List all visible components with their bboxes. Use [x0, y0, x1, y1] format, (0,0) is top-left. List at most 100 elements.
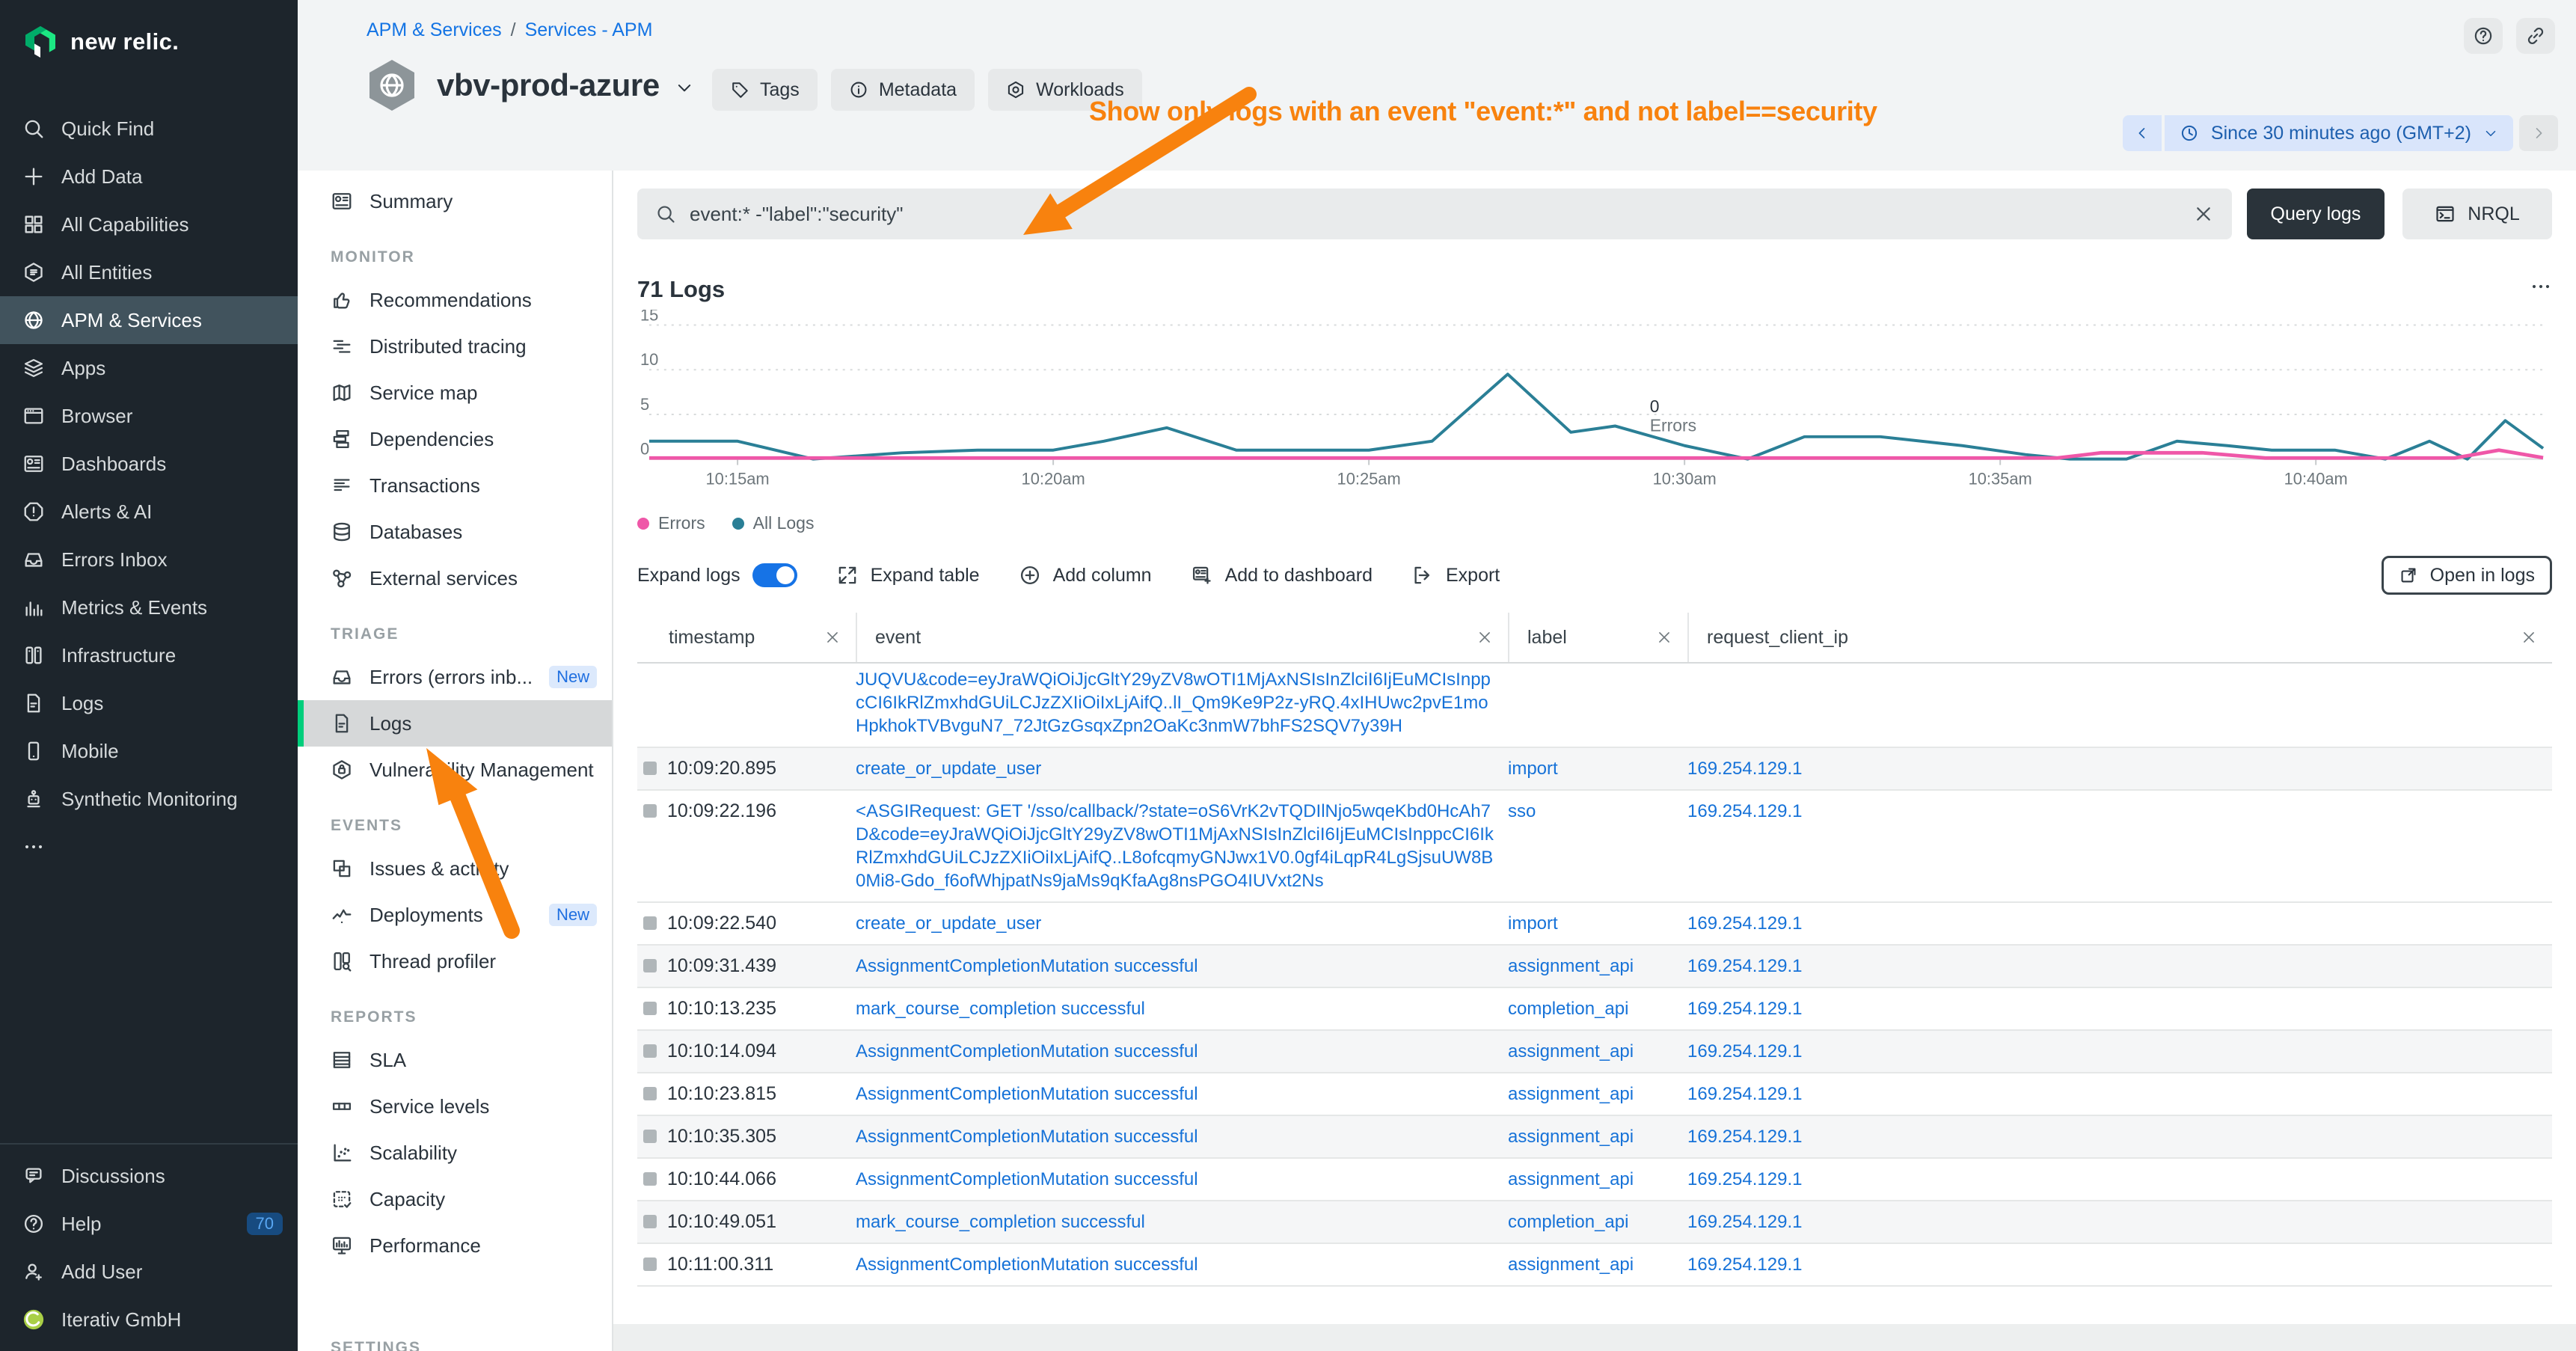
- cell-request-client-ip[interactable]: [1687, 664, 2552, 677]
- cell-request-client-ip[interactable]: 169.254.129.1: [1687, 946, 2552, 987]
- breadcrumb-link-services-apm[interactable]: Services - APM: [525, 19, 653, 41]
- remove-column-icon[interactable]: [824, 629, 841, 646]
- row-select-handle[interactable]: [643, 959, 657, 972]
- cell-event[interactable]: mark_course_completion successful: [856, 1201, 1508, 1243]
- sidebar-item-synthetic-monitoring[interactable]: Synthetic Monitoring: [0, 775, 298, 823]
- entity-nav-item-deployments[interactable]: DeploymentsNew: [298, 892, 612, 938]
- entity-nav-item-thread-profiler[interactable]: Thread profiler: [298, 938, 612, 984]
- sidebar-item-all-capabilities[interactable]: All Capabilities: [0, 200, 298, 248]
- cell-request-client-ip[interactable]: 169.254.129.1: [1687, 1116, 2552, 1157]
- time-back-button[interactable]: [2123, 115, 2162, 151]
- more-menu-button[interactable]: [2530, 275, 2552, 304]
- cell-label[interactable]: assignment_api: [1508, 1159, 1687, 1200]
- title-chevron-down-icon[interactable]: [675, 78, 694, 97]
- row-select-handle[interactable]: [643, 1087, 657, 1100]
- cell-request-client-ip[interactable]: 169.254.129.1: [1687, 988, 2552, 1029]
- entity-nav-item-external-services[interactable]: External services: [298, 555, 612, 601]
- entity-nav-item-service-map[interactable]: Service map: [298, 370, 612, 416]
- table-row[interactable]: 10:09:20.895create_or_update_userimport1…: [637, 748, 2552, 791]
- row-select-handle[interactable]: [643, 916, 657, 930]
- entity-nav-item-issues-activity[interactable]: Issues & activity: [298, 845, 612, 892]
- cell-event[interactable]: mark_course_completion successful: [856, 988, 1508, 1029]
- table-row[interactable]: 10:09:31.439AssignmentCompletionMutation…: [637, 946, 2552, 988]
- row-select-handle[interactable]: [643, 1130, 657, 1143]
- row-select-handle[interactable]: [643, 1002, 657, 1015]
- breadcrumb-link-apm-services[interactable]: APM & Services: [367, 19, 502, 41]
- table-row[interactable]: 10:10:44.066AssignmentCompletionMutation…: [637, 1159, 2552, 1201]
- sidebar-item-dashboards[interactable]: Dashboards: [0, 440, 298, 488]
- cell-request-client-ip[interactable]: 169.254.129.1: [1687, 1031, 2552, 1072]
- cell-label[interactable]: import: [1508, 903, 1687, 944]
- cell-event[interactable]: JUQVU&code=eyJraWQiOiJjcGltY29yZV8wOTI1M…: [856, 664, 1508, 747]
- expand-logs-toggle[interactable]: [752, 563, 797, 587]
- table-row[interactable]: 10:10:49.051mark_course_completion succe…: [637, 1201, 2552, 1244]
- sidebar-item-discussions[interactable]: Discussions: [0, 1152, 298, 1200]
- entity-nav-item-transactions[interactable]: Transactions: [298, 462, 612, 509]
- row-select-handle[interactable]: [643, 762, 657, 775]
- entity-nav-item-dependencies[interactable]: Dependencies: [298, 416, 612, 462]
- remove-column-icon[interactable]: [1656, 629, 1672, 646]
- table-row[interactable]: 10:09:22.540create_or_update_userimport1…: [637, 903, 2552, 946]
- time-range-button[interactable]: Since 30 minutes ago (GMT+2): [2165, 115, 2513, 151]
- sidebar-item-alerts-ai[interactable]: Alerts & AI: [0, 488, 298, 536]
- entity-nav-item-logs[interactable]: Logs: [298, 700, 612, 747]
- cell-event[interactable]: AssignmentCompletionMutation successful: [856, 1116, 1508, 1157]
- cell-label[interactable]: assignment_api: [1508, 1031, 1687, 1072]
- cell-label[interactable]: assignment_api: [1508, 1244, 1687, 1285]
- cell-label[interactable]: completion_api: [1508, 1201, 1687, 1243]
- table-row[interactable]: 10:10:13.235mark_course_completion succe…: [637, 988, 2552, 1031]
- sidebar-item-errors-inbox[interactable]: Errors Inbox: [0, 536, 298, 583]
- entity-nav-item-databases[interactable]: Databases: [298, 509, 612, 555]
- logs-timeseries-chart[interactable]: 05101510:15am10:20am10:25am10:30am10:35a…: [637, 310, 2552, 501]
- cell-request-client-ip[interactable]: 169.254.129.1: [1687, 1244, 2552, 1285]
- table-row[interactable]: JUQVU&code=eyJraWQiOiJjcGltY29yZV8wOTI1M…: [637, 664, 2552, 748]
- entity-nav-item-vulnerability-management[interactable]: Vulnerability Management: [298, 747, 612, 793]
- entity-nav-item-recommendations[interactable]: Recommendations: [298, 277, 612, 323]
- sidebar-item-mobile[interactable]: Mobile: [0, 727, 298, 775]
- sidebar-item-apm-services[interactable]: APM & Services: [0, 296, 298, 344]
- sidebar-item-infrastructure[interactable]: Infrastructure: [0, 631, 298, 679]
- log-query-input[interactable]: [690, 203, 2180, 226]
- nrql-button[interactable]: NRQL: [2402, 189, 2552, 239]
- cell-event[interactable]: create_or_update_user: [856, 903, 1508, 944]
- column-header-request-client-ip[interactable]: request_client_ip: [1687, 613, 2552, 662]
- sidebar-item-help[interactable]: Help70: [0, 1200, 298, 1248]
- cell-label[interactable]: assignment_api: [1508, 946, 1687, 987]
- legend-item-errors[interactable]: Errors: [637, 513, 705, 533]
- new-relic-logo[interactable]: new relic.: [0, 0, 298, 60]
- row-select-handle[interactable]: [643, 804, 657, 818]
- entity-nav-item-sla[interactable]: SLA: [298, 1037, 612, 1083]
- row-select-handle[interactable]: [643, 1172, 657, 1186]
- cell-label[interactable]: completion_api: [1508, 988, 1687, 1029]
- cell-request-client-ip[interactable]: 169.254.129.1: [1687, 903, 2552, 944]
- entity-nav-item-scalability[interactable]: Scalability: [298, 1130, 612, 1176]
- copy-link-button[interactable]: [2516, 18, 2555, 54]
- expand-table-button[interactable]: Expand table: [836, 564, 980, 586]
- cell-label[interactable]: assignment_api: [1508, 1073, 1687, 1115]
- sidebar-item-more[interactable]: [0, 823, 298, 871]
- entity-nav-item-performance[interactable]: Performance: [298, 1222, 612, 1269]
- metadata-button[interactable]: Metadata: [831, 69, 975, 111]
- entity-nav-item-capacity[interactable]: Capacity: [298, 1176, 612, 1222]
- cell-request-client-ip[interactable]: 169.254.129.1: [1687, 1159, 2552, 1200]
- cell-request-client-ip[interactable]: 169.254.129.1: [1687, 1201, 2552, 1243]
- table-row[interactable]: 10:10:14.094AssignmentCompletionMutation…: [637, 1031, 2552, 1073]
- cell-request-client-ip[interactable]: 169.254.129.1: [1687, 748, 2552, 789]
- column-header-timestamp[interactable]: timestamp: [637, 613, 856, 662]
- sidebar-item-metrics-events[interactable]: Metrics & Events: [0, 583, 298, 631]
- cell-label[interactable]: sso: [1508, 791, 1687, 832]
- cell-event[interactable]: AssignmentCompletionMutation successful: [856, 1073, 1508, 1115]
- table-row[interactable]: 10:11:00.311AssignmentCompletionMutation…: [637, 1244, 2552, 1287]
- help-button[interactable]: [2464, 18, 2503, 54]
- query-logs-button[interactable]: Query logs: [2247, 189, 2385, 239]
- cell-request-client-ip[interactable]: 169.254.129.1: [1687, 1073, 2552, 1115]
- cell-event[interactable]: <ASGIRequest: GET '/sso/callback/?state=…: [856, 791, 1508, 901]
- cell-event[interactable]: AssignmentCompletionMutation successful: [856, 946, 1508, 987]
- entity-nav-item-summary[interactable]: Summary: [298, 178, 612, 224]
- entity-nav-item-service-levels[interactable]: Service levels: [298, 1083, 612, 1130]
- row-select-handle[interactable]: [643, 1044, 657, 1058]
- cell-event[interactable]: create_or_update_user: [856, 748, 1508, 789]
- sidebar-item-apps[interactable]: Apps: [0, 344, 298, 392]
- remove-column-icon[interactable]: [1476, 629, 1493, 646]
- sidebar-item-browser[interactable]: Browser: [0, 392, 298, 440]
